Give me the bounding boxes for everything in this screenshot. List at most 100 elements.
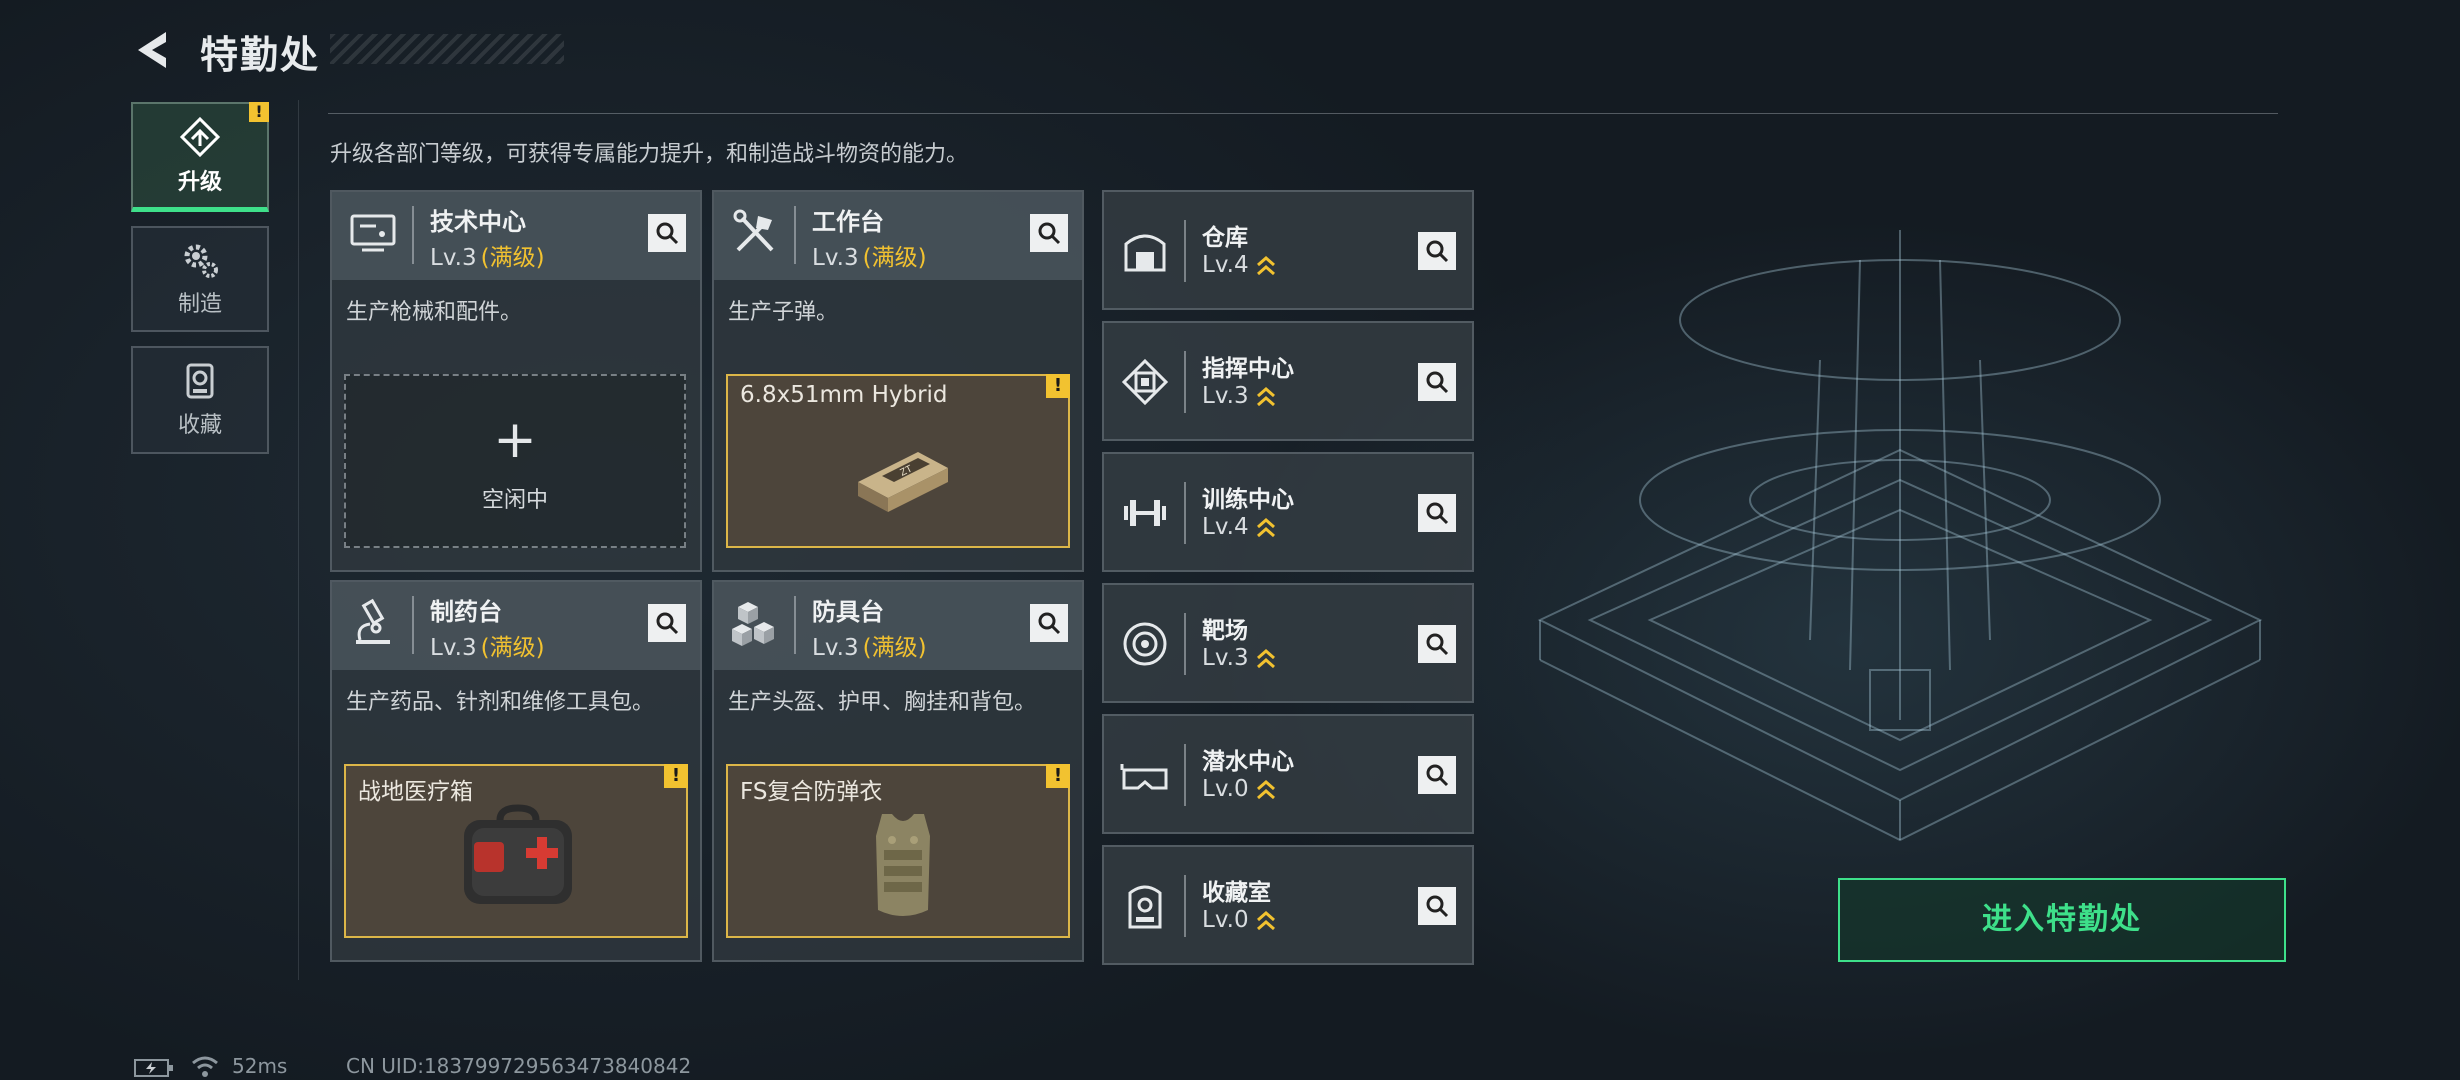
separator [1184, 482, 1186, 544]
production-slot[interactable]: 6.8x51mm Hybrid ! ZT [726, 374, 1070, 548]
search-icon[interactable] [1418, 363, 1456, 401]
warehouse-icon [1124, 234, 1166, 272]
monitor-icon [350, 214, 396, 252]
upgrade-chevron-icon [1256, 386, 1275, 406]
max-level-tag: (满级) [480, 245, 545, 271]
wifi-icon [192, 1056, 218, 1077]
tab-collection-label: 收藏 [177, 413, 222, 438]
header-divider [328, 113, 2278, 114]
search-icon[interactable] [1418, 625, 1456, 663]
user-uid: CN UID:183799729563473840842 [346, 1054, 692, 1078]
facility-shooting-range[interactable]: 靶场 Lv.3 [1102, 583, 1474, 703]
production-slot[interactable]: FS复合防弹衣 ! [726, 764, 1070, 938]
card-header: 工作台 Lv.3 (满级) [714, 192, 1082, 280]
separator [1184, 613, 1186, 675]
search-icon[interactable] [648, 604, 686, 642]
max-level-tag: (满级) [480, 635, 545, 661]
search-icon[interactable] [1418, 232, 1456, 270]
facility-level: Lv.3 (满级) [430, 245, 545, 271]
plus-icon: + [493, 410, 537, 470]
search-icon[interactable] [648, 214, 686, 252]
collection-icon [186, 363, 214, 399]
facility-name: 工作台 [812, 208, 884, 236]
tab-collection[interactable]: 收藏 [131, 346, 269, 454]
upgrade-icon [179, 116, 221, 157]
card-pharmacy: 制药台 Lv.3 (满级) 生产药品、针剂和维修工具包。 战地医疗箱 ! [330, 580, 702, 962]
facility-level: Lv.3 [1202, 383, 1277, 409]
item-name: 6.8x51mm Hybrid [740, 382, 948, 408]
showcase-icon [1128, 885, 1162, 929]
facility-warehouse[interactable]: 仓库 Lv.4 [1102, 190, 1474, 310]
warning-badge: ! [1046, 764, 1070, 788]
chip-icon [1121, 358, 1169, 406]
ammo-box-icon: ZT [858, 452, 948, 512]
back-arrow-icon[interactable] [132, 28, 176, 72]
card-workbench: 工作台 Lv.3 (满级) 生产子弹。 6.8x51mm Hybrid ! ZT [712, 190, 1084, 572]
facility-level: Lv.3 (满级) [812, 635, 927, 661]
search-icon[interactable] [1418, 887, 1456, 925]
upgrade-chevron-icon [1256, 517, 1275, 537]
card-header: 制药台 Lv.3 (满级) [332, 582, 700, 670]
body-armor-icon [876, 814, 930, 916]
facility-level: Lv.4 [1202, 252, 1277, 278]
target-icon [1123, 622, 1167, 666]
facility-name: 仓库 [1202, 225, 1248, 251]
warning-badge: ! [1046, 374, 1070, 398]
facility-description: 生产子弹。 [728, 300, 839, 325]
production-slot[interactable]: 战地医疗箱 ! [344, 764, 688, 938]
slot-status: 空闲中 [481, 488, 548, 513]
separator [1184, 351, 1186, 413]
header-separator [412, 596, 414, 654]
upgrade-chevron-icon [1256, 779, 1275, 799]
separator [1184, 220, 1186, 282]
upgrade-chevron-icon [1256, 648, 1275, 668]
header-separator [794, 206, 796, 264]
facility-level: Lv.3 [1202, 645, 1277, 671]
search-icon[interactable] [1418, 494, 1456, 532]
ping-readout: 52ms [232, 1054, 288, 1078]
battery-icon [134, 1059, 173, 1077]
page-title: 特勤处 [200, 33, 321, 77]
card-armor-bench: 防具台 Lv.3 (满级) 生产头盔、护甲、胸挂和背包。 FS复合防弹衣 ! [712, 580, 1084, 962]
facility-level: Lv.3 (满级) [812, 245, 927, 271]
nav-divider [298, 100, 299, 980]
warning-badge: ! [249, 102, 269, 122]
separator [1184, 744, 1186, 806]
header-separator [794, 596, 796, 654]
facility-description: 生产头盔、护甲、胸挂和背包。 [728, 690, 1037, 715]
facility-training-center[interactable]: 训练中心 Lv.4 [1102, 452, 1474, 572]
tab-upgrade[interactable]: ! 升级 [131, 102, 269, 212]
search-icon[interactable] [1030, 214, 1068, 252]
facility-description: 生产枪械和配件。 [346, 300, 523, 325]
empty-production-slot[interactable]: + 空闲中 [344, 374, 686, 548]
card-tech-center: 技术中心 Lv.3 (满级) 生产枪械和配件。 + 空闲中 [330, 190, 702, 572]
title-decoration [330, 34, 564, 64]
dumbbell-icon [1124, 500, 1166, 526]
gear-icon [184, 244, 218, 278]
facility-name: 制药台 [430, 598, 502, 626]
facility-command-center[interactable]: 指挥中心 Lv.3 [1102, 321, 1474, 441]
facility-name: 靶场 [1202, 618, 1248, 644]
enter-special-ops-button[interactable]: 进入特勤处 [1838, 878, 2286, 962]
facility-name: 潜水中心 [1202, 749, 1294, 775]
search-icon[interactable] [1418, 756, 1456, 794]
search-icon[interactable] [1030, 604, 1068, 642]
tab-craft[interactable]: 制造 [131, 226, 269, 332]
separator [1184, 875, 1186, 937]
facility-diving-center[interactable]: 潜水中心 Lv.0 [1102, 714, 1474, 834]
item-name: FS复合防弹衣 [740, 779, 883, 805]
max-level-tag: (满级) [862, 635, 927, 661]
tab-upgrade-label: 升级 [177, 169, 222, 195]
facility-name: 训练中心 [1202, 487, 1294, 513]
facility-description: 生产药品、针剂和维修工具包。 [346, 690, 655, 715]
section-description: 升级各部门等级，可获得专属能力提升，和制造战斗物资的能力。 [330, 142, 969, 167]
upgrade-chevron-icon [1256, 255, 1275, 275]
facility-name: 指挥中心 [1202, 356, 1294, 382]
facility-collection-room[interactable]: 收藏室 Lv.0 [1102, 845, 1474, 965]
facility-level: Lv.4 [1202, 514, 1277, 540]
base-hologram-illustration [1537, 230, 2263, 842]
tools-icon [733, 209, 774, 252]
facility-name: 防具台 [812, 598, 884, 626]
tab-craft-label: 制造 [177, 292, 222, 317]
warning-badge: ! [664, 764, 688, 788]
